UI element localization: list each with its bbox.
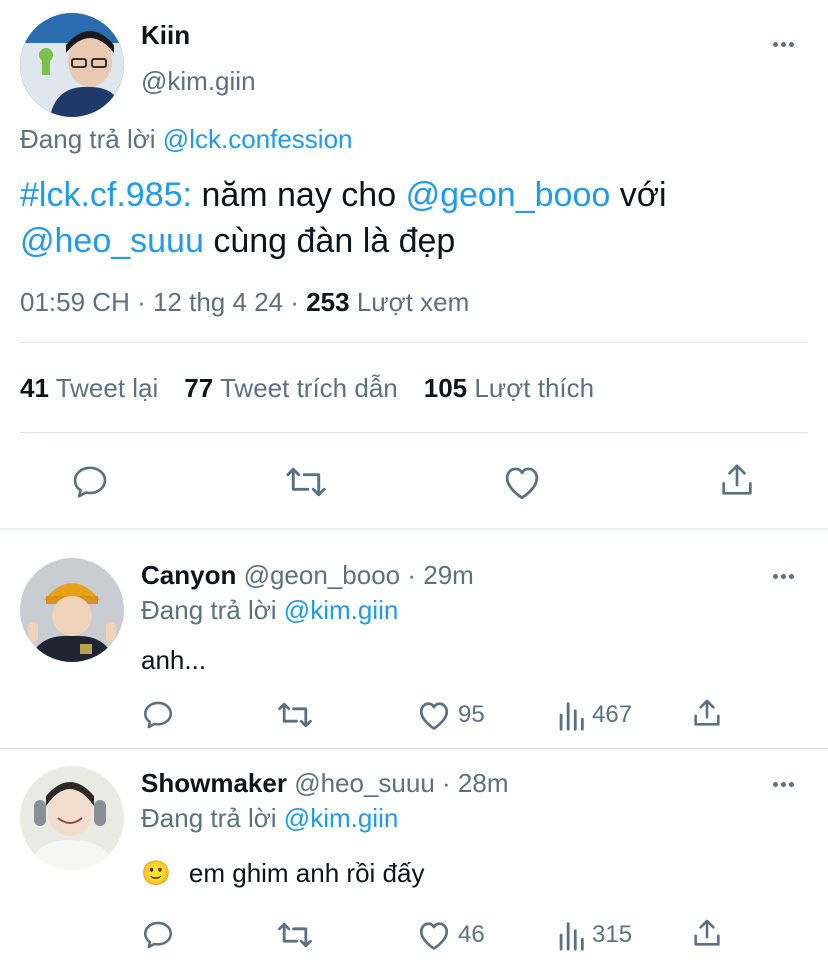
section-divider bbox=[0, 528, 828, 530]
views-count: 315 bbox=[592, 921, 633, 948]
retweets-label: Tweet lại bbox=[55, 373, 159, 403]
retweets-stat[interactable]: 41 Tweet lại bbox=[20, 373, 158, 404]
replying-to-prefix: Đang trả lời bbox=[141, 595, 277, 625]
tweet-stats: 41 Tweet lại 77 Tweet trích dẫn 105 Lượt… bbox=[20, 373, 594, 404]
views-count: 467 bbox=[592, 701, 633, 728]
reply-to-link[interactable]: @lck.confession bbox=[163, 124, 353, 154]
like-count: 95 bbox=[458, 701, 485, 728]
share-icon bbox=[722, 464, 752, 495]
reply-button[interactable] bbox=[70, 462, 110, 502]
more-icon[interactable] bbox=[773, 574, 794, 579]
more-icon[interactable] bbox=[773, 42, 794, 47]
replying-to-prefix: Đang trả lời bbox=[141, 803, 277, 833]
likes-count: 105 bbox=[423, 373, 468, 403]
reply-author-handle[interactable]: @geon_booo bbox=[244, 560, 401, 590]
reply-text: anh... bbox=[141, 645, 207, 675]
tweet-text-part1: năm nay cho bbox=[201, 176, 397, 214]
tweet-text-part2: với bbox=[619, 176, 667, 214]
replying-to-line: Đang trả lời @kim.giin bbox=[141, 803, 398, 834]
reply-header: Canyon @geon_booo · 29m bbox=[141, 560, 474, 591]
reply-icon bbox=[73, 466, 107, 498]
quotes-stat[interactable]: 77 Tweet trích dẫn bbox=[184, 373, 397, 404]
like-icon bbox=[505, 467, 539, 500]
reply-author-handle[interactable]: @heo_suuu bbox=[294, 768, 435, 798]
avatar-canyon[interactable] bbox=[20, 558, 124, 662]
reply-text: em ghim anh rồi đấy bbox=[188, 858, 425, 888]
share-icon bbox=[694, 699, 720, 726]
views-icon bbox=[559, 702, 584, 731]
tweet-text-part3: cùng đàn là đẹp bbox=[213, 222, 456, 260]
retweet-icon bbox=[286, 467, 326, 497]
tweet-meta: 01:59 CH · 12 thg 4 24 · 253 Lượt xem bbox=[20, 287, 469, 318]
reply-author-name[interactable]: Showmaker bbox=[141, 768, 287, 798]
divider bbox=[20, 342, 808, 343]
reply-header: Showmaker @heo_suuu · 28m bbox=[141, 768, 509, 799]
like-icon bbox=[419, 702, 449, 730]
share-button[interactable] bbox=[690, 916, 724, 950]
tweet-timestamp[interactable]: 01:59 CH · 12 thg 4 24 · bbox=[20, 287, 299, 317]
mention-link-heo[interactable]: @heo_suuu bbox=[20, 222, 204, 260]
smile-emoji-icon: 🙂 bbox=[141, 860, 171, 887]
divider bbox=[20, 432, 808, 433]
retweet-button[interactable] bbox=[284, 462, 328, 502]
like-count: 46 bbox=[458, 921, 485, 948]
reply-text-line: 🙂 em ghim anh rồi đấy bbox=[141, 858, 424, 889]
reply-time[interactable]: · 29m bbox=[407, 560, 473, 590]
replying-to-line: Đang trả lời @kim.giin bbox=[141, 595, 398, 626]
retweet-icon bbox=[278, 702, 312, 728]
reply-author-name[interactable]: Canyon bbox=[141, 560, 236, 590]
share-icon bbox=[694, 919, 720, 946]
like-button[interactable] bbox=[501, 462, 543, 502]
views-label: Lượt xem bbox=[356, 287, 470, 317]
views-button[interactable]: 467 bbox=[556, 698, 632, 732]
like-icon bbox=[419, 922, 449, 950]
replying-to-prefix: Đang trả lời bbox=[20, 124, 156, 154]
share-button[interactable] bbox=[690, 696, 724, 730]
retweet-icon bbox=[278, 922, 312, 948]
reply-button[interactable] bbox=[141, 918, 175, 952]
retweets-count: 41 bbox=[20, 373, 49, 403]
reply-to-link[interactable]: @kim.giin bbox=[284, 595, 399, 625]
hashtag-link[interactable]: #lck.cf.985: bbox=[20, 176, 192, 214]
author-handle[interactable]: @kim.giin bbox=[141, 66, 256, 97]
mention-link-geon[interactable]: @geon_booo bbox=[406, 176, 611, 214]
views-button[interactable]: 315 bbox=[556, 918, 632, 952]
views-count: 253 bbox=[306, 287, 350, 317]
avatar-showmaker[interactable] bbox=[20, 766, 124, 870]
reply-icon bbox=[143, 921, 173, 949]
retweet-button[interactable] bbox=[276, 698, 314, 732]
like-button[interactable]: 95 bbox=[416, 698, 485, 732]
share-button[interactable] bbox=[717, 460, 757, 500]
quotes-label: Tweet trích dẫn bbox=[219, 373, 398, 403]
like-button[interactable]: 46 bbox=[416, 918, 485, 952]
retweet-button[interactable] bbox=[276, 918, 314, 952]
likes-label: Lượt thích bbox=[474, 373, 595, 403]
reply-to-link[interactable]: @kim.giin bbox=[284, 803, 399, 833]
avatar-kiin[interactable] bbox=[20, 13, 124, 117]
more-icon[interactable] bbox=[773, 782, 794, 787]
views-icon bbox=[559, 922, 584, 951]
reply-divider bbox=[0, 748, 828, 749]
author-name[interactable]: Kiin bbox=[141, 20, 190, 51]
reply-button[interactable] bbox=[141, 698, 175, 732]
quotes-count: 77 bbox=[184, 373, 214, 403]
replying-to-line: Đang trả lời @lck.confession bbox=[20, 124, 353, 155]
reply-icon bbox=[143, 701, 173, 729]
reply-time[interactable]: · 28m bbox=[442, 768, 508, 798]
likes-stat[interactable]: 105 Lượt thích bbox=[424, 373, 594, 404]
tweet-text: #lck.cf.985: năm nay cho @geon_booo với … bbox=[20, 172, 810, 264]
